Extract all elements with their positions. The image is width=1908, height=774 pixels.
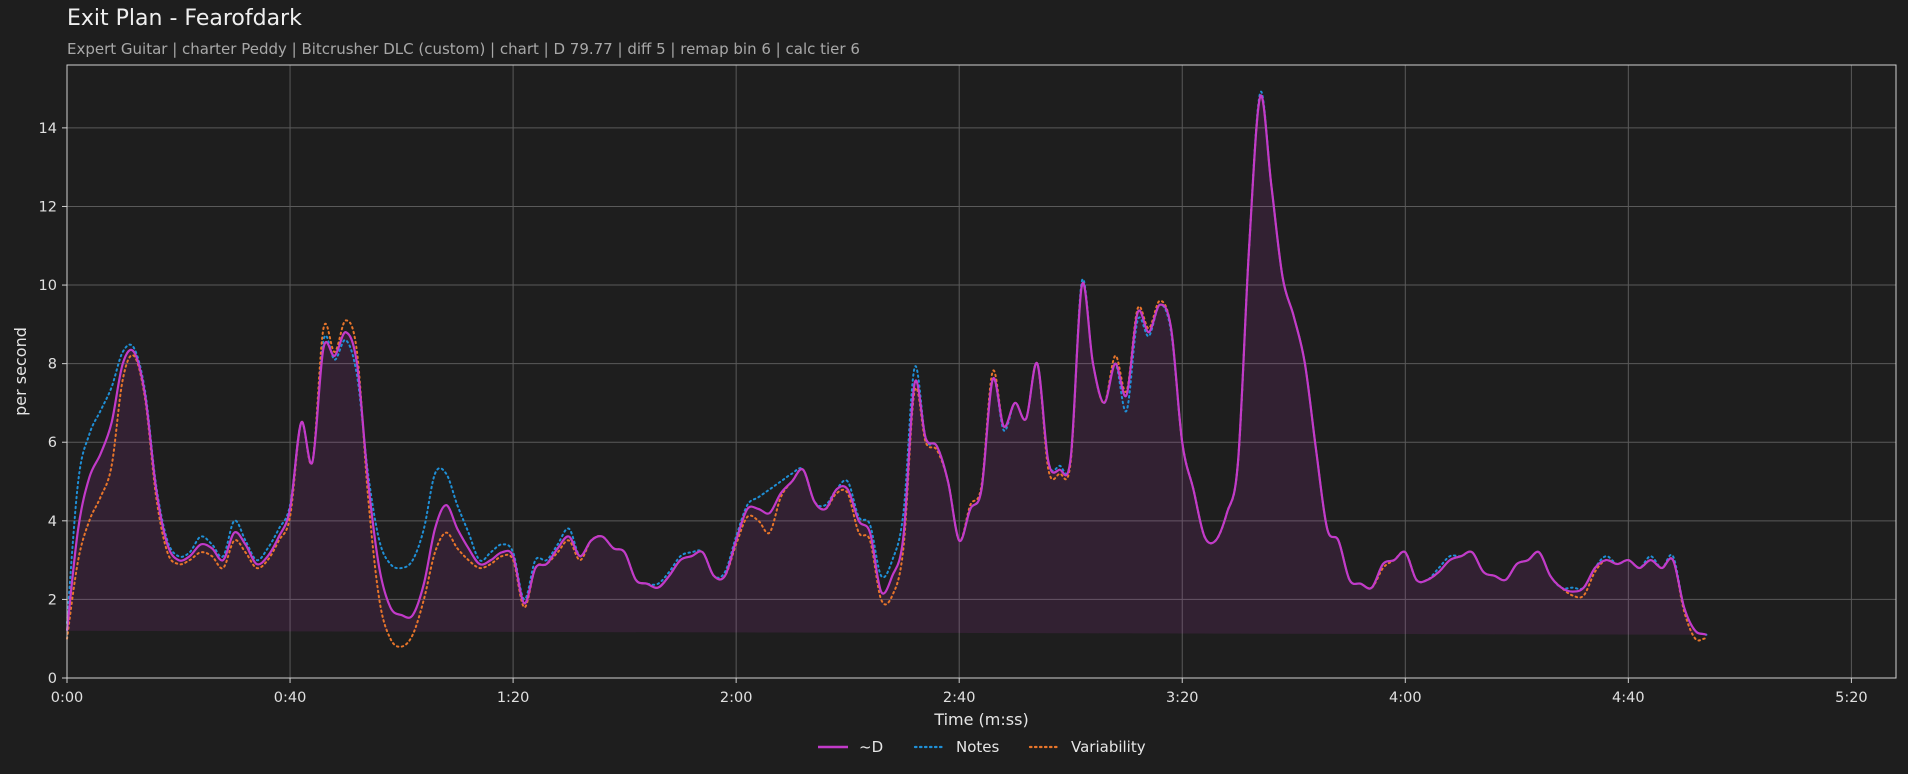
y-tick-label: 6 (48, 435, 57, 451)
y-axis-ticks: 0 2 4 6 8 10 12 14 (39, 121, 67, 687)
line-chart: 0:00 0:40 1:20 2:00 2:40 3:20 4:00 4:40 5:20 0 2 4… (11, 64, 1897, 756)
x-tick-label: 2:00 (720, 690, 753, 706)
x-tick-label: 2:40 (943, 690, 976, 706)
x-tick-label: 0:40 (274, 690, 307, 706)
y-axis-label: per second (11, 327, 30, 416)
x-tick-label: 5:20 (1835, 690, 1868, 706)
y-tick-label: 4 (48, 514, 57, 530)
legend: ~D Notes Variability (818, 738, 1146, 756)
legend-label: Variability (1071, 738, 1146, 756)
y-tick-label: 12 (39, 199, 57, 215)
y-tick-label: 10 (39, 278, 57, 294)
x-axis-ticks: 0:00 0:40 1:20 2:00 2:40 3:20 4:00 4:40 5:20 (51, 678, 1868, 706)
x-tick-label: 4:40 (1612, 690, 1645, 706)
x-tick-label: 1:20 (497, 690, 530, 706)
x-axis-label: Time (m:ss) (933, 710, 1028, 729)
x-tick-label: 3:20 (1166, 690, 1199, 706)
y-tick-label: 0 (48, 671, 57, 687)
y-tick-label: 8 (48, 357, 57, 373)
x-tick-label: 0:00 (51, 690, 84, 706)
legend-label: ~D (859, 738, 883, 756)
y-tick-label: 2 (48, 592, 57, 608)
legend-label: Notes (956, 738, 1000, 756)
x-tick-label: 4:00 (1389, 690, 1422, 706)
y-tick-label: 14 (39, 121, 57, 137)
